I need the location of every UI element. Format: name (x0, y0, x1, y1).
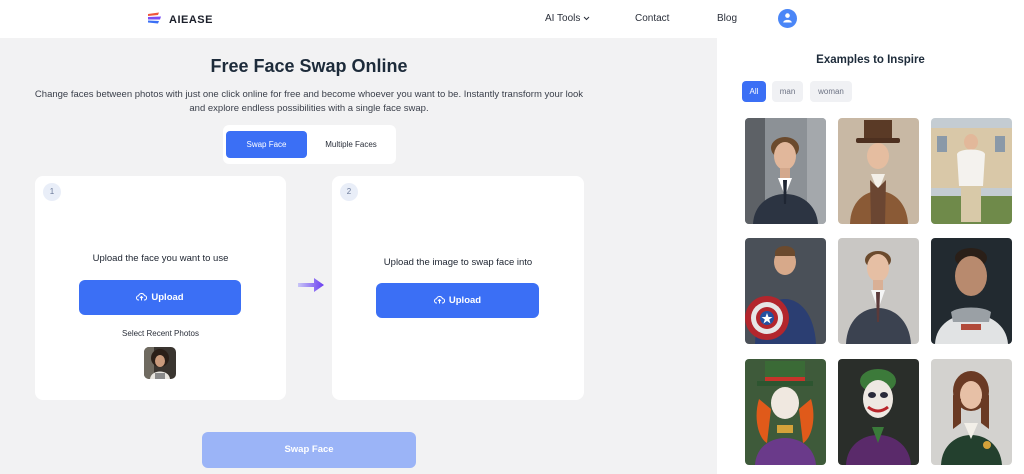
example-young-man-suit[interactable] (838, 238, 919, 344)
top-navigation-bar: AIEASE AI Tools Contact Blog (0, 0, 1024, 38)
recent-photo-thumbnail[interactable] (144, 347, 176, 379)
source-face-label: Upload the face you want to use (92, 253, 229, 264)
example-astronaut[interactable] (931, 238, 1012, 344)
target-image-card: 2 Upload the image to swap face into Upl… (332, 176, 584, 400)
example-man-in-white-shirt[interactable] (931, 118, 1012, 224)
aiease-logo-icon (147, 11, 163, 29)
example-superhero[interactable] (745, 238, 826, 344)
target-image-label: Upload the image to swap face into (383, 257, 533, 268)
upload-target-button[interactable]: Upload (376, 283, 539, 318)
examples-panel: Examples to Inspire All man woman (717, 38, 1024, 474)
page-title: Free Face Swap Online (210, 56, 408, 76)
example-victorian-gentleman[interactable] (838, 118, 919, 224)
example-girl-school-uniform[interactable] (931, 359, 1012, 465)
user-icon (782, 10, 793, 28)
mode-tabs: Swap Face Multiple Faces (223, 125, 396, 164)
user-avatar[interactable] (778, 9, 797, 28)
upload-face-button[interactable]: Upload (79, 280, 241, 315)
upload-face-label: Upload (151, 292, 184, 303)
face-swap-main: Free Face Swap Online Change faces betwe… (0, 38, 716, 474)
brand-name: AIEASE (169, 14, 213, 26)
cloud-upload-icon (433, 295, 445, 307)
subtitle-line-2: and explore endless possibilities with a… (189, 103, 429, 114)
tab-swap-face[interactable]: Swap Face (226, 131, 307, 158)
cloud-upload-icon (136, 292, 148, 304)
nav-ai-tools-label: AI Tools (545, 13, 581, 24)
filter-all[interactable]: All (742, 81, 766, 102)
step-badge-2: 2 (340, 183, 358, 201)
subtitle-line-1: Change faces between photos with just on… (34, 89, 584, 100)
chevron-down-icon (583, 13, 590, 24)
swap-face-button[interactable]: Swap Face (202, 432, 416, 468)
filter-man[interactable]: man (772, 81, 803, 102)
page-subtitle: Change faces between photos with just on… (8, 88, 610, 116)
tab-multiple-faces[interactable]: Multiple Faces (313, 131, 389, 158)
nav-blog[interactable]: Blog (717, 13, 737, 24)
source-face-card: 1 Upload the face you want to use Upload… (35, 176, 286, 400)
select-recent-photos-label: Select Recent Photos (122, 329, 199, 338)
example-businessman[interactable] (745, 118, 826, 224)
filter-woman[interactable]: woman (810, 81, 852, 102)
arrow-right-icon (296, 276, 326, 299)
example-joker[interactable] (838, 359, 919, 465)
examples-title: Examples to Inspire (816, 54, 925, 66)
nav-contact[interactable]: Contact (635, 13, 669, 24)
upload-target-label: Upload (448, 295, 482, 306)
brand-logo[interactable]: AIEASE (147, 11, 213, 29)
nav-ai-tools[interactable]: AI Tools (545, 13, 590, 24)
step-badge-1: 1 (43, 183, 61, 201)
example-mad-hatter[interactable] (745, 359, 826, 465)
